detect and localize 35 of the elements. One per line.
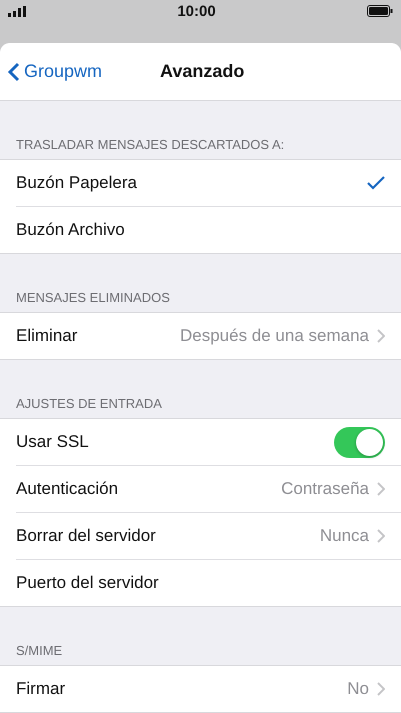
row-label: Puerto del servidor: [16, 573, 160, 593]
toggle-switch[interactable]: [334, 426, 385, 458]
row-value: No: [347, 679, 369, 699]
row-label: Buzón Papelera: [16, 173, 138, 193]
settings-row[interactable]: Eliminar Después de una semana: [16, 313, 401, 359]
settings-row[interactable]: Buzón Papelera: [16, 160, 401, 206]
row-value: Contraseña: [281, 479, 369, 499]
settings-row[interactable]: Usar SSL: [16, 419, 401, 465]
chevron-icon: [377, 682, 385, 696]
chevron-icon: [377, 329, 385, 343]
signal-icon: [8, 6, 26, 16]
row-label: Eliminar: [16, 326, 78, 346]
section-header: AJUSTES DE ENTRADA: [16, 396, 162, 411]
settings-row[interactable]: Puerto del servidor: [16, 559, 401, 606]
settings-row[interactable]: Borrar del servidor Nunca: [16, 512, 401, 559]
back-button[interactable]: Groupwm: [0, 61, 102, 82]
row-label: Autenticación: [16, 479, 120, 499]
nav-title: Avanzado: [160, 61, 244, 82]
settings-row[interactable]: Firmar No: [16, 666, 401, 712]
settings-row[interactable]: Autenticación Contraseña: [16, 465, 401, 512]
section-header: MENSAJES ELIMINADOS: [16, 290, 170, 305]
battery-icon: [367, 5, 393, 17]
back-chevron-icon: [8, 62, 20, 82]
settings-row[interactable]: Buzón Archivo: [16, 206, 401, 253]
row-label: Borrar del servidor: [16, 526, 157, 546]
row-value: Nunca: [320, 526, 369, 546]
status-time: 10:00: [177, 2, 216, 20]
chevron-icon: [377, 482, 385, 496]
row-value: Después de una semana: [180, 326, 369, 346]
row-label: Firmar: [16, 679, 66, 699]
row-label: Buzón Archivo: [16, 220, 126, 240]
section-header: TRASLADAR MENSAJES DESCARTADOS A:: [16, 137, 284, 152]
chevron-icon: [377, 529, 385, 543]
row-label: Usar SSL: [16, 432, 90, 452]
section-header: S/MIME: [16, 643, 62, 658]
